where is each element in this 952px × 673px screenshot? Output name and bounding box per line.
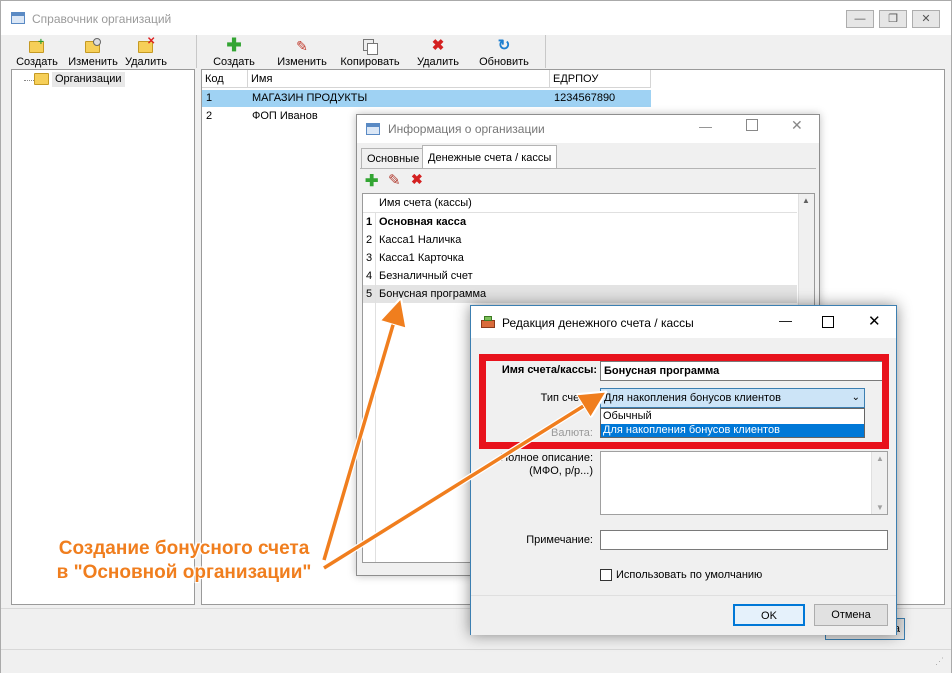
annotation-line-1: Создание бонусного счета bbox=[58, 538, 310, 559]
arrow-to-list bbox=[322, 308, 398, 561]
annotation-line-2: в "Основной организации" bbox=[56, 562, 312, 583]
